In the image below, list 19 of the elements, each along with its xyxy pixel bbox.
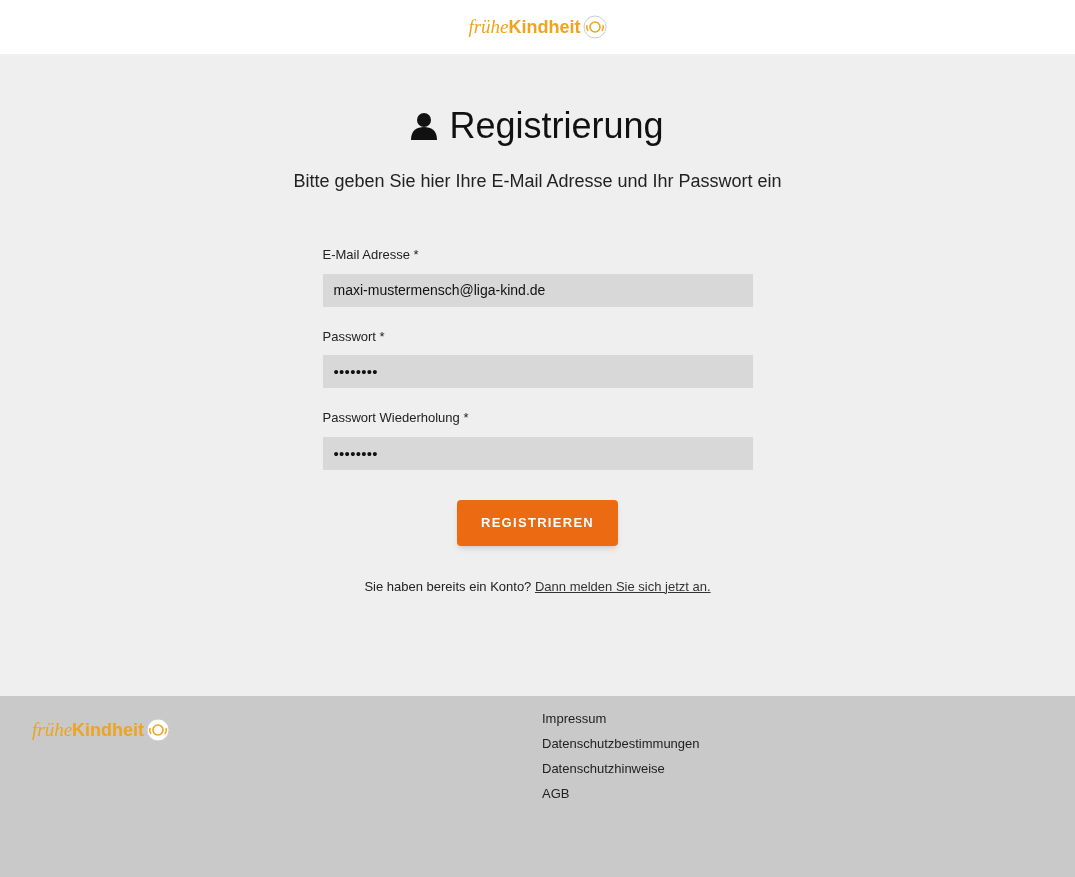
footer-link[interactable]: Datenschutzbestimmungen (542, 734, 700, 753)
login-prompt: Sie haben bereits ein Konto? (364, 578, 532, 594)
email-field[interactable]: maxi-mustermensch@liga-kind.de (322, 273, 753, 307)
footer-link[interactable]: Datenschutzhinweise (542, 759, 665, 778)
subtitle: Bitte geben Sie hier Ihre E-Mail Adresse und Ihr Passwort ein (293, 170, 782, 193)
logo-text: früheKindheit (32, 718, 145, 742)
footer-link[interactable]: AGB (542, 784, 570, 803)
login-link[interactable]: Dann melden Sie sich jetzt an. (535, 578, 711, 594)
user-icon (411, 112, 438, 140)
field-label: E-Mail Adresse * (322, 246, 420, 264)
logo-text: früheKindheit (468, 14, 581, 39)
field-label: Passwort * (322, 327, 386, 346)
password-field[interactable]: •••••••• (322, 436, 753, 470)
field-label: Passwort Wiederholung * (322, 409, 470, 427)
password-field[interactable]: •••••••• (322, 355, 753, 388)
logo-emblem-icon (146, 718, 171, 743)
logo-emblem-icon (582, 15, 607, 39)
page-title: Registrierung (449, 108, 664, 144)
footer-link[interactable]: Impressum (542, 709, 607, 728)
